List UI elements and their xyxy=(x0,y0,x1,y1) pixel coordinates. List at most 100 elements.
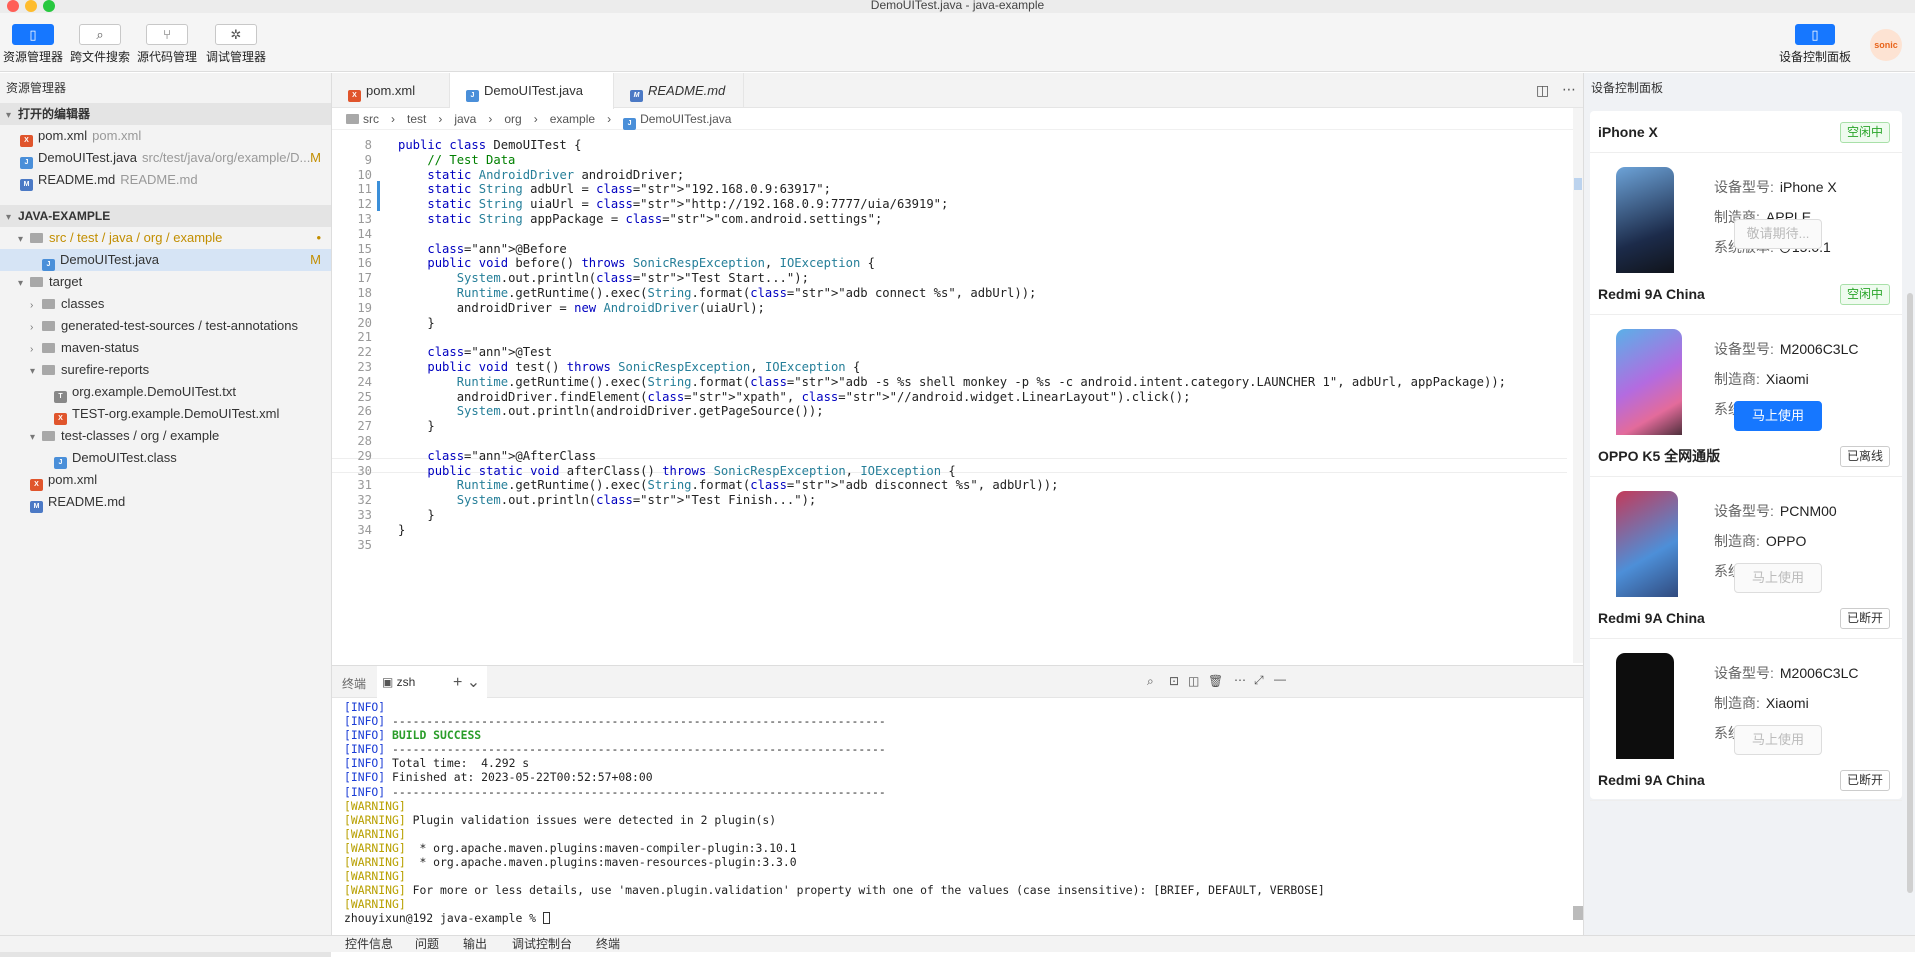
debug-button[interactable]: ✲ 调试管理器 xyxy=(205,24,267,65)
open-editor-item[interactable]: Xpom.xml pom.xml xyxy=(0,125,331,147)
code-line: androidDriver = new AndroidDriver(uiaUrl… xyxy=(398,300,765,315)
open-editor-path: pom.xml xyxy=(92,128,142,143)
open-editor-item[interactable]: J DemoUITest.java src/test/java/org/exampl… xyxy=(0,147,331,169)
device-panel-scrollbar[interactable] xyxy=(1907,293,1913,893)
line-number: 10 xyxy=(357,167,372,182)
source-control-button[interactable]: ⑂ 源代码管理 xyxy=(136,24,198,65)
tree-item[interactable]: X TEST-org.example.DemoUITest.xml xyxy=(0,403,331,425)
open-editors-header[interactable]: ▾ 打开的编辑器 xyxy=(0,103,331,125)
terminal-line: [INFO] ---------------------------------… xyxy=(344,785,1544,799)
more-actions-icon[interactable]: ⋯ xyxy=(1562,81,1576,98)
line-number: 20 xyxy=(357,315,372,330)
explorer-sidebar: 资源管理器 ▾ 打开的编辑器 Xpom.xml pom.xml J DemoUITest… xyxy=(0,73,332,957)
tree-item[interactable]: J DemoUITest.class xyxy=(0,447,331,469)
toolbox-icon[interactable]: ⊡ xyxy=(1169,674,1179,688)
device-maker-spec: 制造商: OPPO xyxy=(1714,531,1806,551)
status-widget-info[interactable]: 控件信息 xyxy=(345,936,393,953)
use-device-button[interactable]: 马上使用 xyxy=(1734,725,1822,755)
tree-item[interactable]: › maven-status xyxy=(0,337,331,359)
tree-item[interactable]: ▾ target xyxy=(0,271,331,293)
line-number: 13 xyxy=(357,212,372,226)
tree-item[interactable]: ▾ surefire-reports xyxy=(0,359,331,381)
terminal-icon: ▣ xyxy=(382,675,397,689)
tab-readme-md[interactable]: M README.md xyxy=(614,73,744,108)
status-badge: 空闲中 xyxy=(1839,284,1890,305)
project-header[interactable]: ▾ JAVA-EXAMPLE xyxy=(0,205,331,227)
search-icon[interactable]: ⌕ xyxy=(1147,674,1154,689)
tree-item[interactable]: Xpom.xml xyxy=(0,469,331,491)
terminal-output[interactable]: [INFO] [INFO] ---------------------------… xyxy=(344,700,1544,926)
use-device-button[interactable]: 马上使用 xyxy=(1734,563,1822,593)
code-area[interactable]: 8 public class DemoUITest {9 // Test Data… xyxy=(332,136,1567,676)
tab-terminal[interactable]: 终端 xyxy=(342,675,366,692)
add-terminal-icon[interactable]: + ⌄ xyxy=(453,672,480,692)
device-image xyxy=(1616,491,1678,609)
breadcrumb-item[interactable]: java xyxy=(454,112,476,126)
split-editor-icon[interactable]: ◫ xyxy=(1536,82,1549,99)
status-output[interactable]: 输出 xyxy=(463,936,487,953)
tree-item[interactable]: › generated-test-sources / test-annotatio… xyxy=(0,315,331,337)
terminal-line: [INFO] Finished at: 2023-05-22T00:52:57+… xyxy=(344,770,1544,784)
maximize-panel-icon[interactable]: ⤢ xyxy=(1254,673,1264,688)
chevron-right-icon: › xyxy=(30,300,34,311)
close-panel-icon[interactable]: — xyxy=(1274,672,1286,686)
terminal-panel: 终端 ▣ zsh + ⌄ ⌕ ⊡ ◫ 🗑 ⋯ ⤢ — [INFO] [INFO] … xyxy=(332,665,1583,935)
editor-scrollbar[interactable] xyxy=(1573,108,1583,663)
breadcrumb-separator-icon: › xyxy=(438,112,443,126)
breadcrumb-item[interactable]: DemoUITest.java xyxy=(640,112,731,126)
breadcrumb-item[interactable]: src xyxy=(363,112,379,126)
tab-pom-xml[interactable]: Xpom.xml xyxy=(332,73,450,108)
device-image xyxy=(1616,329,1682,447)
trash-icon[interactable]: 🗑 xyxy=(1208,674,1223,688)
line-number: 33 xyxy=(357,508,372,522)
maximize-window-icon[interactable] xyxy=(43,0,55,12)
minimize-window-icon[interactable] xyxy=(25,0,37,12)
terminal-scrollbar[interactable] xyxy=(1573,906,1583,920)
status-debug-console[interactable]: 调试控制台 xyxy=(512,936,572,953)
terminal-line: [WARNING] xyxy=(344,869,1544,883)
log-text: ----------------------------------------… xyxy=(385,714,886,729)
spec-value: PCNM00 xyxy=(1780,503,1837,519)
split-terminal-icon[interactable]: ◫ xyxy=(1188,674,1199,688)
open-editor-item[interactable]: M README.md README.md xyxy=(0,169,331,191)
xml-file-icon: X xyxy=(54,413,67,425)
log-level: [INFO] xyxy=(344,742,386,757)
log-level: [WARNING] xyxy=(344,826,406,841)
log-level: [INFO] xyxy=(344,756,386,771)
use-device-button[interactable]: 敬请期待... xyxy=(1734,219,1822,249)
avatar[interactable]: sonic xyxy=(1870,29,1902,61)
close-window-icon[interactable] xyxy=(7,0,19,12)
explorer-button[interactable]: ▯ 资源管理器 xyxy=(2,24,64,65)
code-line: class="ann">@AfterClass xyxy=(427,448,597,463)
spec-label: 设备型号: xyxy=(1714,179,1774,195)
spec-value: Xiaomi xyxy=(1766,695,1809,711)
spec-label: 制造商: xyxy=(1714,533,1760,549)
folder-icon xyxy=(42,343,55,353)
device-panel-button[interactable]: ▯ 设备控制面板 xyxy=(1778,24,1852,65)
log-text: BUILD SUCCESS xyxy=(385,728,482,743)
global-search-button[interactable]: ⌕ 跨文件搜索 xyxy=(69,24,131,65)
spec-text: Xiaomi xyxy=(1765,371,1809,387)
line-number: 21 xyxy=(357,330,372,345)
tree-item-label: surefire-reports xyxy=(61,362,150,377)
tree-item[interactable]: J DemoUITest.java M xyxy=(0,249,331,271)
chevron-down-icon: ▾ xyxy=(6,110,12,121)
tree-item[interactable]: M README.md xyxy=(0,491,331,513)
breadcrumb-separator-icon: › xyxy=(533,112,538,126)
more-actions-icon[interactable]: ⋯ xyxy=(1234,673,1246,687)
terminal-line: zhouyixun@192 java-example % xyxy=(344,911,1544,925)
status-badge: 已断开 xyxy=(1839,608,1890,629)
java-file-icon: J xyxy=(20,157,33,169)
chevron-down-icon: ▾ xyxy=(30,432,36,443)
breadcrumb-item[interactable]: org xyxy=(504,112,521,126)
tree-item[interactable]: Torg.example.DemoUITest.txt xyxy=(0,381,331,403)
use-device-button[interactable]: 马上使用 xyxy=(1734,401,1822,431)
tree-item[interactable]: ▾ src / test / java / org / example • xyxy=(0,227,331,249)
status-terminal[interactable]: 终端 xyxy=(596,936,620,953)
tab-demouitest-java[interactable]: J DemoUITest.java xyxy=(450,73,614,109)
tree-item[interactable]: › classes xyxy=(0,293,331,315)
status-problems[interactable]: 问题 xyxy=(415,936,439,953)
breadcrumb-item[interactable]: example xyxy=(550,112,595,126)
tree-item[interactable]: ▾ test-classes / org / example xyxy=(0,425,331,447)
breadcrumb-item[interactable]: test xyxy=(407,112,426,126)
